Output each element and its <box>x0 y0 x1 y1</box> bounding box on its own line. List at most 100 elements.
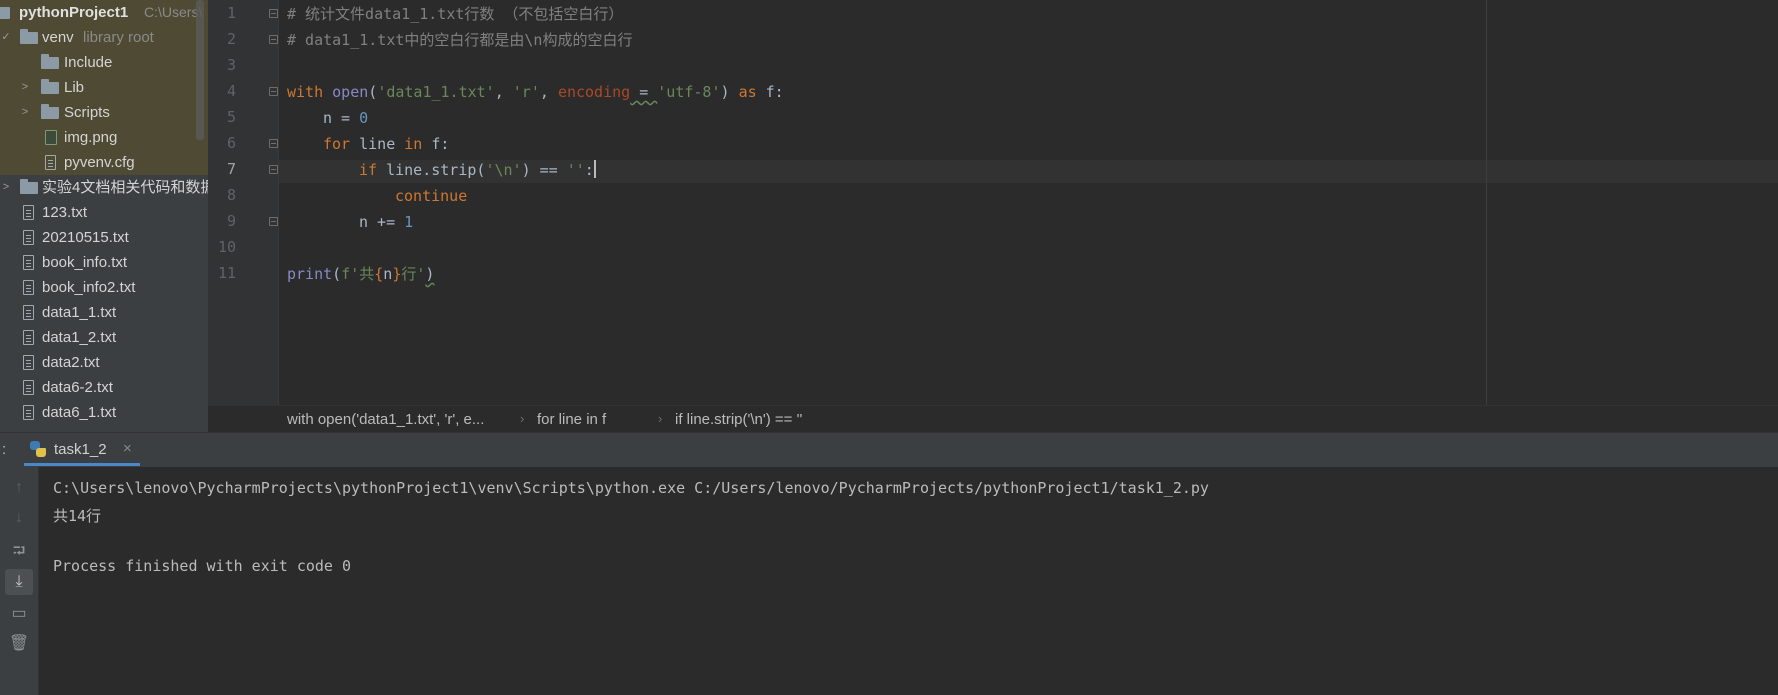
code-line-6[interactable]: for line in f: <box>323 134 449 154</box>
string: 行' <box>401 265 426 283</box>
tree-item-scripts[interactable]: > Scripts <box>0 100 208 125</box>
tree-item-label: venv <box>42 29 74 46</box>
trash-icon[interactable]: 🗑 <box>5 631 33 657</box>
fstring-brace: { <box>374 265 384 283</box>
tree-item-file[interactable]: book_info.txt <box>0 250 208 275</box>
tree-item-include[interactable]: Include <box>0 50 208 75</box>
right-margin-guide <box>1486 0 1487 405</box>
fold-icon[interactable] <box>269 9 278 18</box>
tree-item-label: Scripts <box>64 104 110 121</box>
tree-item-file[interactable]: data1_2.txt <box>0 325 208 350</box>
comment: # 统计文件data1_1.txt行数 （不包括空白行） <box>287 5 624 23</box>
line-number: 7 <box>226 160 236 178</box>
text-file-icon <box>23 230 34 245</box>
tree-item-file[interactable]: data1_1.txt <box>0 300 208 325</box>
console-line: 共14行 <box>53 507 102 525</box>
token: n = <box>323 109 360 127</box>
string: '' <box>566 161 585 179</box>
breadcrumb-item[interactable]: if line.strip('\n') == '' <box>675 411 802 428</box>
token: ) <box>720 83 739 101</box>
fold-icon[interactable] <box>269 35 278 44</box>
keyword: for <box>323 135 351 153</box>
number: 1 <box>404 213 414 231</box>
breadcrumb-item[interactable]: with open('data1_1.txt', 'r', e... <box>287 411 484 428</box>
tree-item-folder-cn[interactable]: > 实验4文档相关代码和数据 <box>0 175 208 200</box>
tree-item-img[interactable]: img.png <box>0 125 208 150</box>
fold-icon[interactable] <box>269 139 278 148</box>
tree-item-label: pyvenv.cfg <box>64 154 135 171</box>
fold-icon[interactable] <box>269 217 278 226</box>
code-line-8[interactable]: continue <box>395 186 467 206</box>
tab-task1_2[interactable]: task1_2 × <box>24 433 140 466</box>
tree-item-file[interactable]: book_info2.txt <box>0 275 208 300</box>
project-root-path: C:\Users\ <box>144 4 203 20</box>
tab-label: task1_2 <box>54 441 107 458</box>
file-icon <box>45 155 56 170</box>
line-number: 10 <box>217 238 236 256</box>
chevron-right-icon[interactable]: > <box>0 175 12 200</box>
console-line: C:\Users\lenovo\PycharmProjects\pythonPr… <box>53 479 1209 497</box>
tree-item-lib[interactable]: > Lib <box>0 75 208 100</box>
gutter-divider <box>278 0 279 405</box>
tree-scrollbar[interactable] <box>196 0 204 140</box>
tree-item-pyvenv[interactable]: pyvenv.cfg <box>0 150 208 175</box>
text-file-icon <box>23 280 34 295</box>
breadcrumb-item[interactable]: for line in f <box>537 411 606 428</box>
chevron-right-icon[interactable]: > <box>19 100 31 125</box>
library-root-hint: library root <box>83 29 154 46</box>
line-number: 2 <box>226 30 236 48</box>
tree-item-label: data1_2.txt <box>42 329 117 346</box>
tree-item-file[interactable]: 123.txt <box>0 200 208 225</box>
tree-item-file[interactable]: data6_1.txt <box>0 400 208 425</box>
soft-wrap-icon[interactable]: ⮒ <box>5 539 33 565</box>
tree-item-label: data1_1.txt <box>42 304 117 321</box>
folder-icon <box>41 104 59 119</box>
token: , <box>494 83 513 101</box>
tree-item-label: data6_1.txt <box>42 404 117 421</box>
arrow-down-icon[interactable]: ↓ <box>5 505 33 531</box>
code-line-2[interactable]: # data1_1.txt中的空白行都是由\n构成的空白行 <box>287 30 632 50</box>
chevron-right-icon[interactable]: > <box>19 75 31 100</box>
fold-icon[interactable] <box>269 87 278 96</box>
code-editor[interactable]: 1 2 3 4 5 6 7 8 9 10 11 # 统计文件data1_1.tx… <box>208 0 1778 405</box>
code-line-11[interactable]: print(f'共{n}行') <box>287 264 434 284</box>
tree-item-venv[interactable]: ✓ venv library root <box>0 25 208 50</box>
string: f'共 <box>341 265 375 283</box>
string: '\n' <box>485 161 522 179</box>
token: f: <box>422 135 450 153</box>
folder-icon <box>0 7 10 19</box>
close-icon[interactable]: × <box>123 440 132 457</box>
token: f: <box>756 83 784 101</box>
tree-item-file[interactable]: data6-2.txt <box>0 375 208 400</box>
keyword: as <box>738 83 757 101</box>
tree-item-file[interactable]: data2.txt <box>0 350 208 375</box>
code-line-9[interactable]: n += 1 <box>359 212 413 232</box>
tree-root[interactable]: pythonProject1 C:\Users\ <box>0 0 208 25</box>
run-console[interactable]: C:\Users\lenovo\PycharmProjects\pythonPr… <box>39 467 1778 695</box>
keyword: with <box>287 83 324 101</box>
print-icon[interactable]: ▭ <box>5 601 33 627</box>
folder-icon <box>20 179 38 194</box>
text-file-icon <box>23 305 34 320</box>
code-line-7[interactable]: if line.strip('\n') == '': <box>359 160 596 180</box>
text-file-icon <box>23 205 34 220</box>
code-line-5[interactable]: n = 0 <box>323 108 368 128</box>
line-gutter[interactable]: 1 2 3 4 5 6 7 8 9 10 11 <box>208 0 278 405</box>
keyword: if <box>359 161 378 179</box>
builtin: open <box>332 83 369 101</box>
tree-item-file[interactable]: 20210515.txt <box>0 225 208 250</box>
arrow-up-icon[interactable]: ↑ <box>5 475 33 501</box>
code-line-4[interactable]: with open('data1_1.txt', 'r', encoding =… <box>287 82 784 102</box>
fold-icon[interactable] <box>269 165 278 174</box>
keyword: continue <box>395 187 468 205</box>
scroll-to-end-icon[interactable]: ⤓ <box>5 569 33 595</box>
builtin: print <box>287 265 333 283</box>
string: 'r' <box>512 83 540 101</box>
tree-item-label: book_info.txt <box>42 254 128 271</box>
code-line-1[interactable]: # 统计文件data1_1.txt行数 （不包括空白行） <box>287 4 623 24</box>
number: 0 <box>359 109 369 127</box>
chevron-down-icon[interactable]: ✓ <box>0 25 12 50</box>
project-root-name: pythonProject1 <box>19 4 129 21</box>
token: n += <box>359 213 405 231</box>
line-number: 8 <box>226 186 236 204</box>
